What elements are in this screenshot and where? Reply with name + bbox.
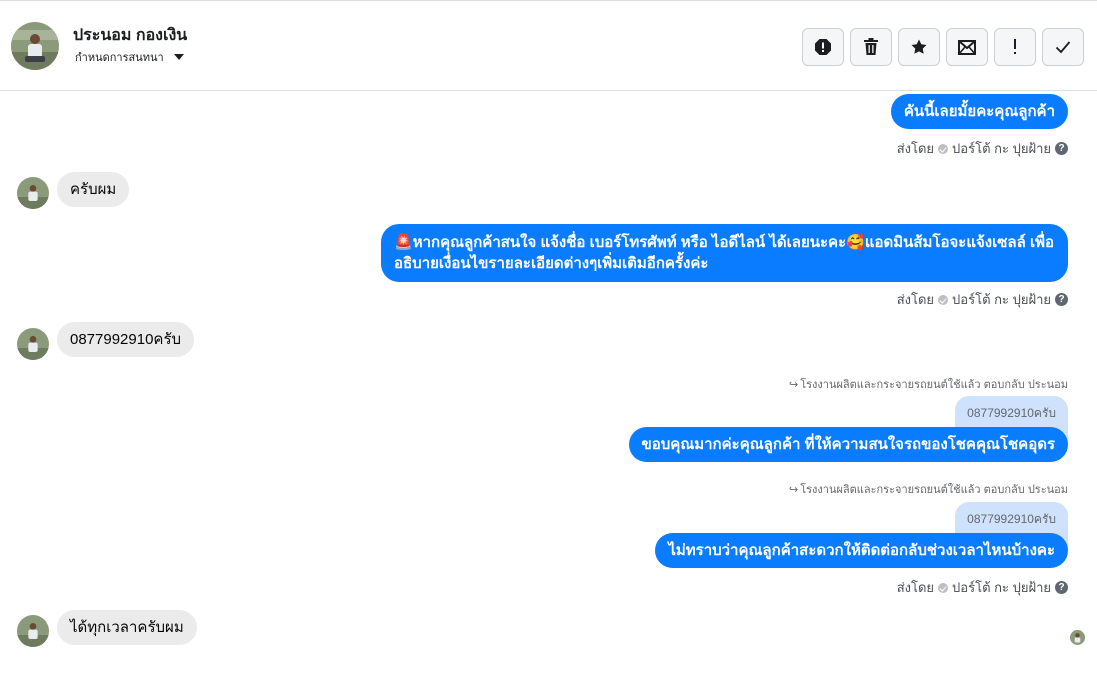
reply-meta: ↪ โรงงานผลิตและกระจายรถยนต์ใช้แล้ว ตอบกล…	[789, 480, 1068, 498]
help-icon[interactable]: ?	[1055, 293, 1068, 306]
follow-up-button[interactable]	[994, 28, 1036, 66]
sent-by-row: ส่งโดย ปอร์โต้ กะ ปุยฝ้าย ?	[897, 138, 1068, 159]
star-button[interactable]	[898, 28, 940, 66]
sent-by-row: ส่งโดย ปอร์โต้ กะ ปุยฝ้าย ?	[897, 577, 1068, 598]
assign-conversation-dropdown[interactable]: กำหนดการสนทนา	[75, 48, 184, 66]
sender-name[interactable]: ปอร์โต้ กะ ปุยฝ้าย	[952, 577, 1051, 598]
delete-button[interactable]	[850, 28, 892, 66]
reply-arrow-icon: ↪	[788, 483, 799, 496]
conversation-header: ประนอม กองเงิน กำหนดการสนทนา	[0, 0, 1097, 91]
outgoing-message[interactable]: ขอบคุณมากค่ะคุณลูกค้า ที่ให้ความสนใจรถขอ…	[628, 427, 1068, 462]
outgoing-message[interactable]: 🚨หากคุณลูกค้าสนใจ แจ้งชื่อ เบอร์โทรศัพท์…	[381, 224, 1068, 282]
contact-avatar[interactable]	[11, 22, 59, 70]
exclamation-icon	[1014, 39, 1016, 54]
outgoing-message[interactable]: ไม่ทราบว่าคุณลูกค้าสะดวกให้ติดต่อกลับช่ว…	[655, 533, 1068, 568]
help-icon[interactable]: ?	[1055, 142, 1068, 155]
sender-name[interactable]: ปอร์โต้ กะ ปุยฝ้าย	[952, 289, 1051, 310]
reply-arrow-icon: ↪	[788, 378, 799, 391]
verified-icon	[938, 143, 949, 154]
sent-by-label: ส่งโดย	[896, 580, 935, 595]
chevron-down-icon	[173, 54, 184, 60]
verified-icon	[938, 294, 949, 305]
mark-unread-button[interactable]	[946, 28, 988, 66]
reply-meta-text: โรงงานผลิตและกระจายรถยนต์ใช้แล้ว ตอบกลับ…	[800, 484, 1068, 496]
trash-icon	[864, 38, 878, 55]
conversation-actions	[802, 28, 1084, 66]
contact-avatar-small[interactable]	[17, 615, 49, 647]
sent-by-row: ส่งโดย ปอร์โต้ กะ ปุยฝ้าย ?	[897, 289, 1068, 310]
incoming-message[interactable]: ได้ทุกเวลาครับผม	[57, 610, 197, 645]
assign-label: กำหนดการสนทนา	[75, 52, 164, 64]
envelope-icon	[958, 40, 976, 55]
report-spam-button[interactable]	[802, 28, 844, 66]
sender-name[interactable]: ปอร์โต้ กะ ปุยฝ้าย	[952, 138, 1051, 159]
outgoing-message[interactable]: คันนี้เลยมั้ยคะคุณลูกค้า	[890, 94, 1068, 129]
seen-receipt-avatar	[1070, 630, 1085, 645]
contact-name[interactable]: ประนอม กองเงิน	[73, 23, 187, 48]
mark-done-button[interactable]	[1042, 28, 1084, 66]
reply-meta: ↪ โรงงานผลิตและกระจายรถยนต์ใช้แล้ว ตอบกล…	[789, 375, 1068, 393]
sent-by-label: ส่งโดย	[896, 292, 935, 307]
reply-meta-text: โรงงานผลิตและกระจายรถยนต์ใช้แล้ว ตอบกลับ…	[800, 379, 1068, 391]
verified-icon	[938, 582, 949, 593]
message-line: 🚨หากคุณลูกค้าสนใจ แจ้งชื่อ เบอร์โทรศัพท์…	[394, 234, 1054, 251]
sent-by-label: ส่งโดย	[896, 141, 935, 156]
check-icon	[1055, 41, 1071, 54]
exclamation-octagon-icon	[815, 39, 831, 55]
message-line: อธิบายเงื่อนไขรายละเอียดต่างๆเพิ่มเติมอี…	[394, 255, 709, 272]
contact-avatar-small[interactable]	[17, 328, 49, 360]
contact-avatar-small[interactable]	[17, 177, 49, 209]
help-icon[interactable]: ?	[1055, 581, 1068, 594]
star-icon	[911, 39, 927, 54]
incoming-message[interactable]: 0877992910ครับ	[57, 322, 195, 357]
incoming-message[interactable]: ครับผม	[57, 172, 130, 207]
